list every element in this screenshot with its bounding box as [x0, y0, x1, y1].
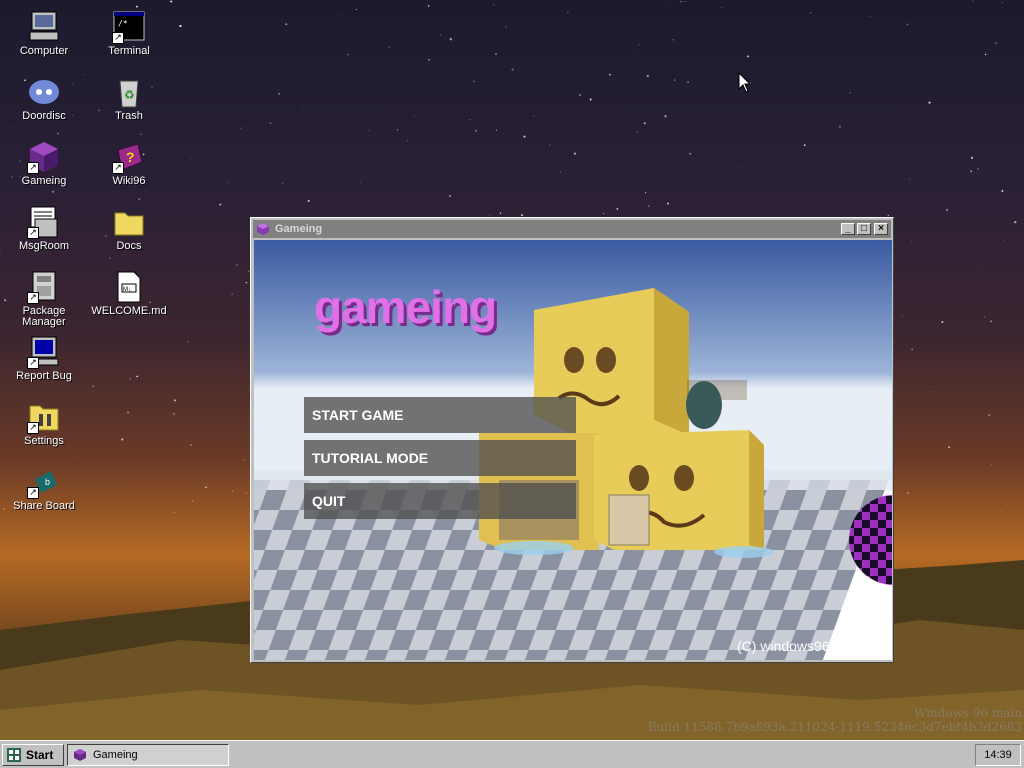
tutorial-mode-button[interactable]: TUTORIAL MODE: [304, 440, 576, 476]
shortcut-arrow-icon: ↗: [27, 227, 39, 239]
desktop-icon-share-board[interactable]: b ↗ Share Board: [4, 465, 84, 512]
desktop-icon-msgroom[interactable]: ↗ MsgRoom: [4, 205, 84, 252]
icon-label: Doordisc: [22, 110, 66, 122]
shortcut-arrow-icon: ↗: [27, 487, 39, 499]
watermark-line-1: Windows 96 main: [913, 706, 1022, 720]
svg-text:?: ?: [126, 149, 135, 165]
icon-label: Report Bug: [16, 370, 72, 382]
minimize-button[interactable]: _: [841, 223, 855, 235]
game-title: gameing: [314, 281, 497, 333]
game-cube-icon: [257, 223, 269, 235]
icon-label: Package Manager: [22, 305, 66, 328]
help-book-icon: ? ↗: [112, 140, 146, 174]
game-viewport[interactable]: gameing START GAME TUTORIAL MODE QUIT (C…: [254, 240, 892, 660]
desktop-icon-gameing[interactable]: ↗ Gameing: [4, 140, 84, 187]
computer-icon: [27, 10, 61, 44]
close-button[interactable]: ×: [874, 223, 888, 235]
svg-text:/*: /*: [118, 19, 128, 28]
icon-label: Gameing: [21, 175, 67, 187]
desktop-icon-computer[interactable]: Computer: [4, 10, 84, 57]
terminal-icon: /* ↗: [112, 10, 146, 44]
desktop-icon-wiki96[interactable]: ? ↗ Wiki96: [89, 140, 169, 187]
start-button[interactable]: Start: [2, 744, 64, 766]
shortcut-arrow-icon: ↗: [27, 422, 39, 434]
copyright-text: (C) windows96.net 2021: [737, 638, 888, 654]
shortcut-arrow-icon: ↗: [112, 32, 124, 44]
report-bug-icon: ↗: [27, 335, 61, 369]
system-tray-clock[interactable]: 14:39: [975, 744, 1021, 766]
svg-text:M↓: M↓: [123, 287, 131, 293]
msgroom-icon: ↗: [27, 205, 61, 239]
desktop-icon-trash[interactable]: ♻ Trash: [89, 75, 169, 122]
desktop-icon-package-manager[interactable]: ↗ Package Manager: [4, 270, 84, 328]
gameing-window[interactable]: Gameing _ □ × gameing START GAME TUTORIA…: [250, 217, 894, 663]
start-game-button[interactable]: START GAME: [304, 397, 576, 433]
desktop-icon-docs[interactable]: Docs: [89, 205, 169, 252]
icon-label: WELCOME.md: [91, 305, 167, 317]
icon-label: Trash: [115, 110, 143, 122]
trash-icon: ♻: [112, 75, 146, 109]
icon-label: MsgRoom: [18, 240, 70, 252]
svg-text:♻: ♻: [124, 88, 135, 102]
markdown-file-icon: M↓: [112, 270, 146, 304]
window-title: Gameing: [275, 223, 323, 235]
icon-label: Settings: [24, 435, 64, 447]
start-logo-icon: [7, 748, 21, 762]
taskbar-item-label: Gameing: [93, 749, 138, 761]
start-label: Start: [26, 748, 54, 762]
quit-button[interactable]: QUIT: [304, 483, 576, 519]
icon-label: Share Board: [13, 500, 75, 512]
window-titlebar[interactable]: Gameing _ □ ×: [253, 220, 891, 238]
shortcut-arrow-icon: ↗: [27, 292, 39, 304]
mouse-cursor-icon: [738, 72, 752, 93]
icon-label: Terminal: [108, 45, 150, 57]
settings-icon: ↗: [27, 400, 61, 434]
icon-label: Computer: [19, 45, 69, 57]
desktop-icon-welcome[interactable]: M↓ WELCOME.md: [89, 270, 169, 317]
desktop-icon-doordisc[interactable]: Doordisc: [4, 75, 84, 122]
watermark-line-2: Build 11588.7b9a893a.211024-1119.52346c3…: [647, 720, 1022, 734]
svg-text:b: b: [45, 477, 50, 487]
build-watermark: Windows 96 main Build 11588.7b9a893a.211…: [648, 706, 1022, 734]
taskbar: Start Gameing 14:39: [0, 740, 1024, 768]
game-cube-icon: ↗: [27, 140, 61, 174]
desktop-icon-settings[interactable]: ↗ Settings: [4, 400, 84, 447]
game-cube-icon: [74, 749, 86, 761]
desktop-icon-terminal[interactable]: /* ↗ Terminal: [89, 10, 169, 57]
icon-label: Docs: [116, 240, 142, 252]
icon-label: Wiki96: [112, 175, 146, 187]
discord-icon: [27, 75, 61, 109]
folder-icon: [112, 205, 146, 239]
package-manager-icon: ↗: [27, 270, 61, 304]
shortcut-arrow-icon: ↗: [112, 162, 124, 174]
taskbar-item-gameing[interactable]: Gameing: [67, 744, 229, 766]
maximize-button[interactable]: □: [857, 223, 871, 235]
share-board-icon: b ↗: [27, 465, 61, 499]
shortcut-arrow-icon: ↗: [27, 162, 39, 174]
shortcut-arrow-icon: ↗: [27, 357, 39, 369]
desktop-icon-report-bug[interactable]: ↗ Report Bug: [4, 335, 84, 382]
